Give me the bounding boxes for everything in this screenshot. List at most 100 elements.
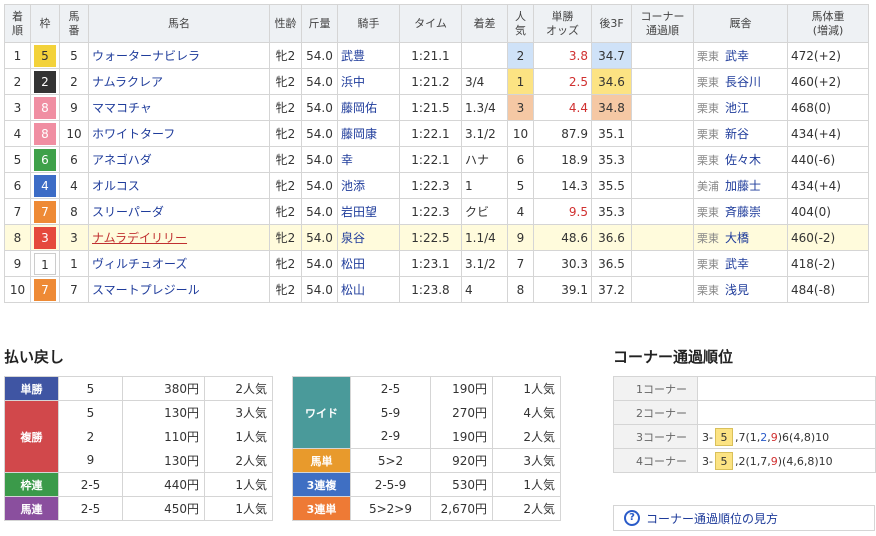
jockey-cell[interactable]: 武豊 (337, 42, 400, 69)
trainer-cell[interactable]: 栗東 武幸 (693, 42, 788, 69)
jockey-link[interactable]: 武豊 (341, 49, 365, 63)
header-time[interactable]: タイム (399, 4, 462, 43)
header-pop[interactable]: 人 気 (507, 4, 534, 43)
horse-name-link[interactable]: ナムラクレア (92, 75, 163, 89)
jockey-cell[interactable]: 岩田望 (337, 198, 400, 225)
trainer-link[interactable]: 斉藤崇 (725, 205, 761, 219)
horse-name-link[interactable]: ヴィルチュオーズ (92, 257, 187, 271)
jockey-link[interactable]: 松山 (341, 283, 365, 297)
horse-name-link[interactable]: ナムラデイリリー (92, 231, 187, 245)
jockey-cell[interactable]: 池添 (337, 172, 400, 199)
horse-name-link[interactable]: ホワイトターフ (92, 127, 175, 141)
header-bodyweight[interactable]: 馬体重 (増減) (787, 4, 869, 43)
trainer-cell[interactable]: 栗東 佐々木 (693, 146, 788, 173)
trainer-link[interactable]: 池江 (725, 101, 749, 115)
horse-name-link[interactable]: ママコチャ (92, 101, 152, 115)
header-weight[interactable]: 斤量 (301, 4, 338, 43)
header-num[interactable]: 馬 番 (59, 4, 89, 43)
jockey-cell[interactable]: 藤岡佑 (337, 94, 400, 121)
horse-name-cell[interactable]: ヴィルチュオーズ (88, 250, 270, 277)
jockey-cell[interactable]: 松山 (337, 276, 400, 303)
jockey-cell[interactable]: 松田 (337, 250, 400, 277)
payout-popularity: 1人気 (204, 424, 273, 449)
horse-name-link[interactable]: ウォーターナビレラ (92, 49, 200, 63)
trainer-area: 栗東 (697, 102, 719, 115)
time-cell: 1:21.2 (399, 68, 462, 95)
trainer-area: 栗東 (697, 128, 719, 141)
jockey-link[interactable]: 浜中 (341, 75, 365, 89)
trainer-cell[interactable]: 栗東 新谷 (693, 120, 788, 147)
header-jockey[interactable]: 騎手 (337, 4, 400, 43)
horse-name-cell[interactable]: ママコチャ (88, 94, 270, 121)
horse-number-cell: 10 (59, 120, 89, 147)
jockey-link[interactable]: 池添 (341, 179, 365, 193)
jockey-link[interactable]: 藤岡佑 (341, 101, 377, 115)
trainer-cell[interactable]: 栗東 大橋 (693, 224, 788, 251)
header-corner[interactable]: コーナー 通過順 (631, 4, 694, 43)
trainer-link[interactable]: 武幸 (725, 257, 749, 271)
corner-help-link[interactable]: ? コーナー通過順位の見方 (613, 505, 875, 531)
horse-name-link[interactable]: アネゴハダ (92, 153, 152, 167)
trainer-link[interactable]: 佐々木 (725, 153, 761, 167)
last3f-cell: 35.3 (591, 198, 632, 225)
trainer-link[interactable]: 新谷 (725, 127, 749, 141)
weight-cell: 54.0 (301, 224, 338, 251)
jockey-link[interactable]: 岩田望 (341, 205, 377, 219)
payout-row: ワイド 2-5 190円 1人気 (292, 376, 561, 449)
horse-name-link[interactable]: オルコス (92, 179, 140, 193)
table-row: 8 3 3 ナムラデイリリー 牝2 54.0 泉谷 1:22.5 1.1/4 9 48.6 36.6 栗… (4, 224, 869, 251)
payout-label-wide: ワイド (292, 376, 351, 449)
trainer-cell[interactable]: 美浦 加藤士 (693, 172, 788, 199)
bodyweight-cell: 434(+4) (787, 172, 869, 199)
trainer-link[interactable]: 浅見 (725, 283, 749, 297)
payout-combo: 2-5-9 (350, 472, 431, 497)
last3f-cell: 36.6 (591, 224, 632, 251)
horse-name-cell[interactable]: ウォーターナビレラ (88, 42, 270, 69)
horse-name-link[interactable]: スリーパーダ (92, 205, 164, 219)
trainer-cell[interactable]: 栗東 武幸 (693, 250, 788, 277)
jockey-link[interactable]: 松田 (341, 257, 365, 271)
horse-name-cell[interactable]: ホワイトターフ (88, 120, 270, 147)
frame-badge: 8 (34, 96, 56, 119)
header-last3f[interactable]: 後3F (591, 4, 632, 43)
header-frame[interactable]: 枠 (30, 4, 60, 43)
corner-order-cell (631, 276, 694, 303)
trainer-link[interactable]: 大橋 (725, 231, 749, 245)
header-rank[interactable]: 着 順 (4, 4, 31, 43)
jockey-link[interactable]: 幸 (341, 153, 353, 167)
horse-name-cell[interactable]: ナムラデイリリー (88, 224, 270, 251)
horse-name-cell[interactable]: オルコス (88, 172, 270, 199)
bodyweight-cell: 484(-8) (787, 276, 869, 303)
trainer-area: 栗東 (697, 232, 719, 245)
frame-cell: 1 (30, 250, 60, 277)
trainer-link[interactable]: 武幸 (725, 49, 749, 63)
trainer-cell[interactable]: 栗東 浅見 (693, 276, 788, 303)
weight-cell: 54.0 (301, 68, 338, 95)
header-odds[interactable]: 単勝 オッズ (533, 4, 592, 43)
header-sexage[interactable]: 性齢 (269, 4, 302, 43)
jockey-cell[interactable]: 幸 (337, 146, 400, 173)
payout-label-wakuren: 枠連 (4, 472, 59, 497)
odds-cell: 14.3 (533, 172, 592, 199)
jockey-link[interactable]: 泉谷 (341, 231, 365, 245)
trainer-cell[interactable]: 栗東 池江 (693, 94, 788, 121)
header-margin[interactable]: 着差 (461, 4, 508, 43)
odds-cell: 18.9 (533, 146, 592, 173)
horse-name-cell[interactable]: アネゴハダ (88, 146, 270, 173)
trainer-link[interactable]: 長谷川 (725, 75, 761, 89)
trainer-link[interactable]: 加藤士 (725, 179, 761, 193)
trainer-cell[interactable]: 栗東 長谷川 (693, 68, 788, 95)
jockey-cell[interactable]: 藤岡康 (337, 120, 400, 147)
popularity-cell: 6 (507, 146, 534, 173)
horse-name-link[interactable]: スマートプレジール (92, 283, 200, 297)
jockey-link[interactable]: 藤岡康 (341, 127, 377, 141)
horse-name-cell[interactable]: スリーパーダ (88, 198, 270, 225)
frame-badge: 3 (34, 226, 56, 249)
trainer-cell[interactable]: 栗東 斉藤崇 (693, 198, 788, 225)
jockey-cell[interactable]: 浜中 (337, 68, 400, 95)
horse-name-cell[interactable]: ナムラクレア (88, 68, 270, 95)
jockey-cell[interactable]: 泉谷 (337, 224, 400, 251)
horse-name-cell[interactable]: スマートプレジール (88, 276, 270, 303)
header-trainer[interactable]: 厩舎 (693, 4, 788, 43)
header-name[interactable]: 馬名 (88, 4, 270, 43)
